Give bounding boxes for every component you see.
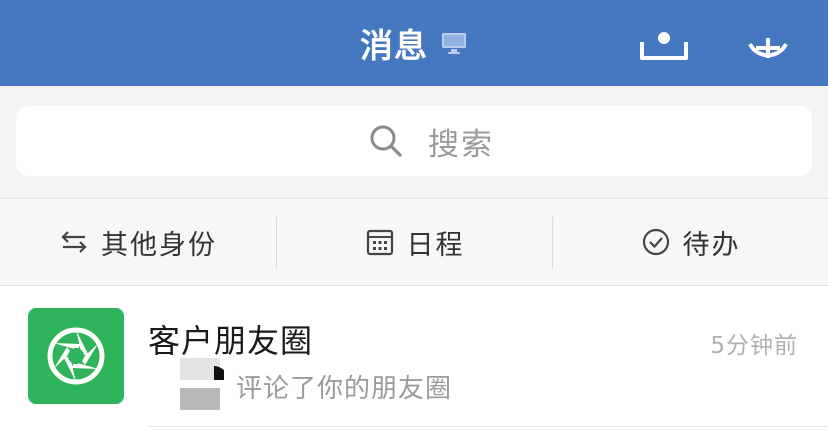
message-list: 客户朋友圈 5分钟前 评论了你的朋友圈 [0, 286, 828, 431]
contacts-icon [640, 32, 688, 60]
todo-button[interactable]: 待办 [553, 199, 828, 285]
page-title: 消息 [360, 26, 428, 65]
other-identity-label: 其他身份 [101, 229, 217, 261]
avatar [28, 308, 124, 404]
search-area: 搜索 [0, 86, 828, 198]
add-icon [748, 38, 788, 58]
add-button[interactable] [742, 8, 794, 60]
desktop-icon [440, 30, 468, 56]
contacts-button[interactable] [638, 8, 690, 60]
schedule-button[interactable]: 日程 [277, 199, 552, 285]
message-title: 客户朋友圈 [148, 322, 314, 360]
todo-label: 待办 [682, 229, 741, 261]
message-row-customer-moments[interactable]: 客户朋友圈 5分钟前 评论了你的朋友圈 [0, 286, 828, 431]
switch-arrows-icon [61, 231, 87, 253]
quick-action-bar: 其他身份 日程 待办 [0, 198, 828, 286]
search-icon [370, 125, 402, 157]
title-group: 消息 [360, 20, 468, 66]
other-identity-button[interactable]: 其他身份 [0, 199, 276, 285]
message-preview: 评论了你的朋友圈 [236, 374, 453, 404]
aperture-icon [47, 327, 105, 385]
messages-screen: { "header": { "title": "消息", "pc_icon": … [0, 0, 828, 431]
commenter-avatar [176, 358, 228, 414]
divider [148, 426, 828, 427]
message-time: 5分钟前 [710, 333, 798, 359]
calendar-icon [366, 229, 393, 256]
schedule-label: 日程 [406, 229, 465, 261]
search-content: 搜索 [368, 106, 494, 176]
search-placeholder: 搜索 [428, 126, 494, 163]
search-input[interactable]: 搜索 [16, 106, 812, 176]
check-circle-icon [642, 228, 669, 256]
top-nav-bar: 消息 [0, 0, 828, 86]
